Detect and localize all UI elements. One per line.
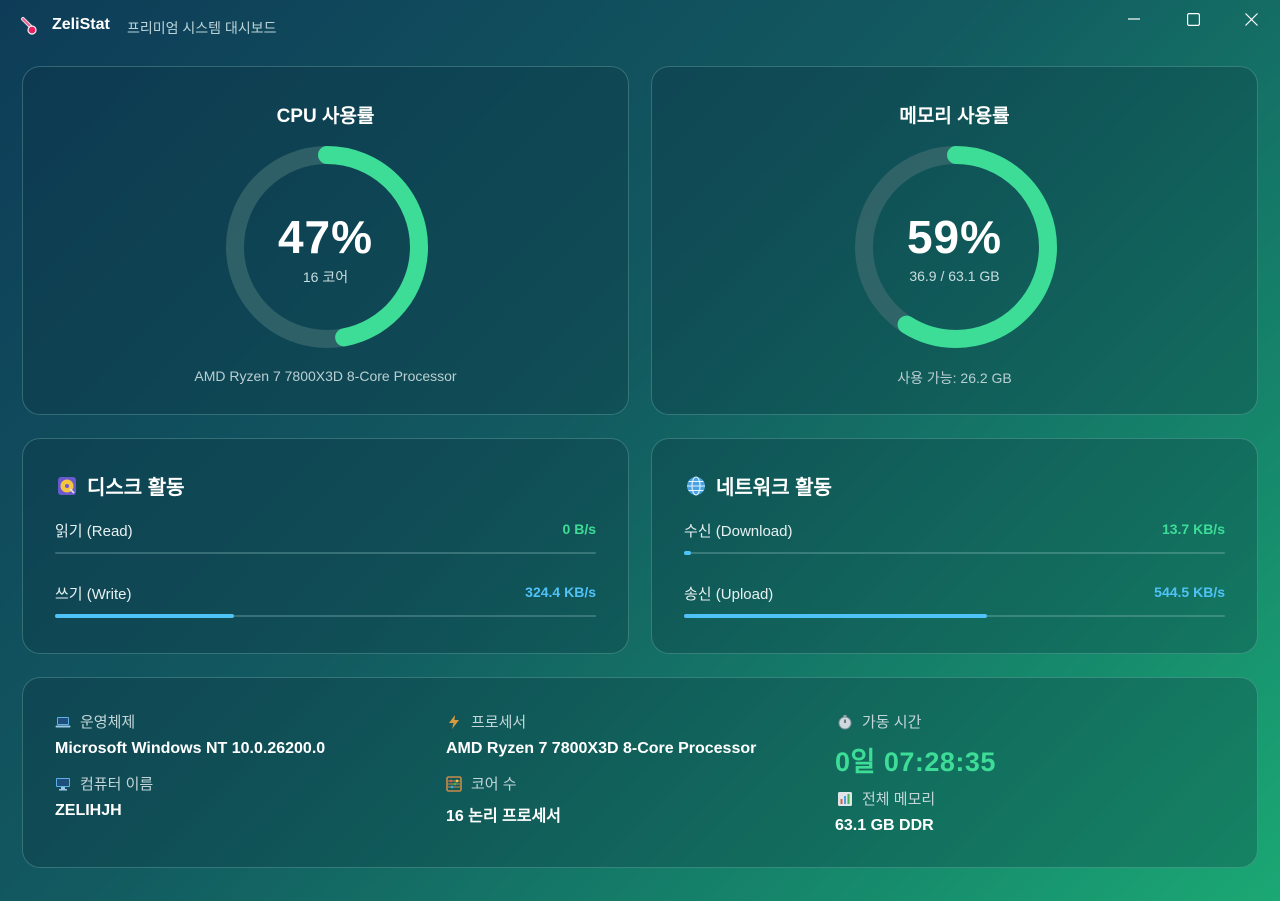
maximize-button[interactable] <box>1164 0 1222 38</box>
title-bar: ZeliStat 프리미엄 시스템 대시보드 <box>0 0 1280 52</box>
disk-read-value: 0 B/s <box>562 521 596 537</box>
processor-label-text: 프로세서 <box>471 714 527 731</box>
network-title: 네트워크 활동 <box>686 471 832 500</box>
total-memory-value: 63.1 GB DDR <box>835 817 934 834</box>
cpu-title: CPU 사용률 <box>276 106 375 127</box>
disk-write-bar-fill <box>55 614 234 618</box>
disk-read-bar <box>55 552 596 554</box>
network-download-bar-fill <box>684 551 691 555</box>
desktop-icon <box>55 776 71 792</box>
minimize-icon <box>1128 13 1140 25</box>
memory-usage: 36.9 / 63.1 GB <box>909 268 1000 284</box>
laptop-icon <box>55 714 71 730</box>
maximize-icon <box>1186 12 1200 26</box>
disk-card: 디스크 활동 읽기 (Read) 0 B/s 쓰기 (Write) 324.4 … <box>22 438 629 654</box>
minimize-button[interactable] <box>1105 0 1163 38</box>
cpu-model: AMD Ryzen 7 7800X3D 8-Core Processor <box>194 368 457 384</box>
computer-name-value: ZELIHJH <box>55 802 122 819</box>
disk-write-label: 쓰기 (Write) <box>55 586 132 603</box>
thermometer-icon <box>18 16 38 36</box>
stopwatch-icon <box>837 714 853 730</box>
cpu-cores: 16 코어 <box>302 269 349 285</box>
abacus-icon <box>446 775 462 792</box>
app-subtitle: 프리미엄 시스템 대시보드 <box>127 20 277 36</box>
network-download-bar <box>684 551 1225 555</box>
close-icon <box>1244 12 1258 26</box>
network-download-value: 13.7 KB/s <box>1161 521 1225 537</box>
app-name: ZeliStat <box>52 16 110 33</box>
disk-icon <box>57 476 77 496</box>
os-label: 운영체제 <box>55 711 135 732</box>
processor-value: AMD Ryzen 7 7800X3D 8-Core Processor <box>446 740 757 757</box>
computer-name-label-text: 컴퓨터 이름 <box>80 776 154 793</box>
cpu-card: CPU 사용률 47% 16 코어 AMD Ryzen 7 7800X3D 8-… <box>22 66 629 415</box>
network-card: 네트워크 활동 수신 (Download) 13.7 KB/s 송신 (Uplo… <box>651 438 1258 654</box>
network-title-label: 네트워크 활동 <box>716 477 832 499</box>
os-label-text: 운영체제 <box>80 714 136 731</box>
network-upload-label: 송신 (Upload) <box>684 586 774 603</box>
uptime-label: 가동 시간 <box>837 711 921 732</box>
disk-title: 디스크 활동 <box>57 471 185 500</box>
cores-label-text: 코어 수 <box>471 776 517 793</box>
disk-write-value: 324.4 KB/s <box>525 584 596 600</box>
network-upload-value: 544.5 KB/s <box>1154 584 1225 600</box>
network-upload-bar-fill <box>684 614 987 618</box>
bar-chart-icon <box>837 791 853 807</box>
uptime-label-text: 가동 시간 <box>862 714 922 731</box>
globe-icon <box>686 475 706 496</box>
cpu-percent: 47% <box>277 211 374 263</box>
total-memory-label: 전체 메모리 <box>837 788 935 809</box>
processor-label: 프로세서 <box>446 711 526 732</box>
computer-name-label: 컴퓨터 이름 <box>55 773 153 794</box>
close-button[interactable] <box>1222 0 1280 38</box>
disk-read-label: 읽기 (Read) <box>55 523 133 540</box>
os-value: Microsoft Windows NT 10.0.26200.0 <box>55 740 326 757</box>
system-info-card: 운영체제 Microsoft Windows NT 10.0.26200.0 컴… <box>22 677 1258 868</box>
memory-available: 사용 가능: 26.2 GB <box>897 370 1012 386</box>
cores-value: 16 논리 프로세서 <box>446 808 562 825</box>
memory-title: 메모리 사용률 <box>899 106 1010 127</box>
network-download-label: 수신 (Download) <box>684 523 793 540</box>
lightning-icon <box>446 714 462 730</box>
total-memory-label-text: 전체 메모리 <box>862 791 936 808</box>
disk-title-label: 디스크 활동 <box>87 477 185 499</box>
disk-write-bar <box>55 614 596 618</box>
memory-card: 메모리 사용률 59% 36.9 / 63.1 GB 사용 가능: 26.2 G… <box>651 66 1258 415</box>
cores-label: 코어 수 <box>446 773 517 794</box>
uptime-value: 0일 07:28:35 <box>835 747 996 777</box>
memory-percent: 59% <box>906 211 1003 263</box>
network-upload-bar <box>684 614 1225 618</box>
